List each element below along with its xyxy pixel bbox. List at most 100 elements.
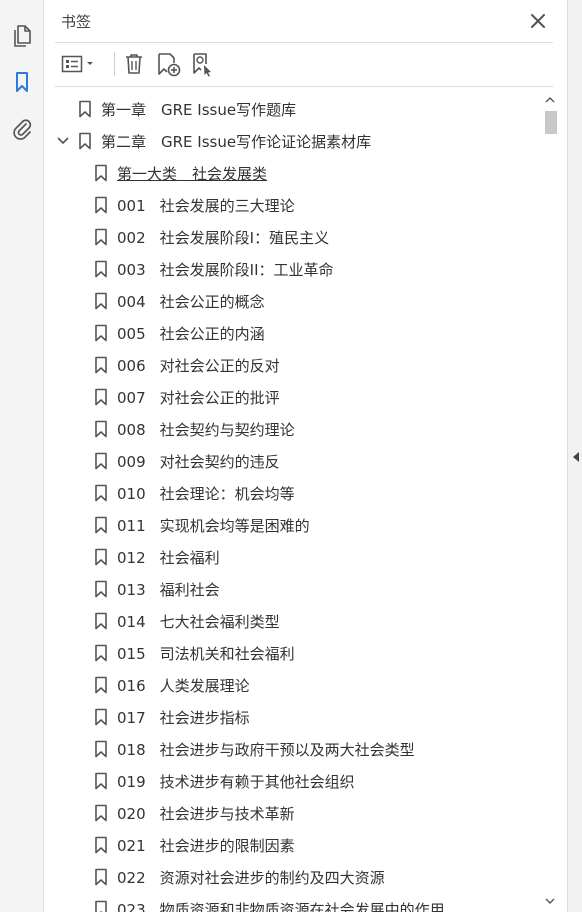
bookmark-label: 014 七大社会福利类型 — [117, 611, 280, 632]
bookmark-row[interactable]: 009 对社会契约的违反 — [45, 445, 543, 477]
bookmark-title: 社会发展的三大理论 — [159, 197, 295, 215]
pages-icon[interactable] — [9, 22, 35, 48]
bookmark-number: 002 — [117, 229, 146, 247]
bookmark-number: 013 — [117, 581, 146, 599]
options-menu-button[interactable] — [60, 50, 98, 78]
bookmark-title: 福利社会 — [159, 581, 220, 599]
bookmark-title: 社会进步与技术革新 — [159, 805, 295, 823]
bookmark-number: 016 — [117, 677, 146, 695]
bookmark-row[interactable]: 第二章 GRE Issue写作论证论据素材库 — [45, 125, 543, 157]
bookmark-icon — [94, 676, 108, 694]
bookmark-row[interactable]: 004 社会公正的概念 — [45, 285, 543, 317]
bookmark-label: 002 社会发展阶段I：殖民主义 — [117, 227, 329, 248]
bookmark-label: 011 实现机会均等是困难的 — [117, 515, 310, 536]
bookmark-icon — [94, 388, 108, 406]
scroll-thumb[interactable] — [545, 111, 557, 134]
bookmark-icon — [94, 484, 108, 502]
bookmark-row[interactable]: 019 技术进步有赖于其他社会组织 — [45, 765, 543, 797]
scroll-up-icon — [545, 97, 555, 103]
bookmark-title: 司法机关和社会福利 — [159, 645, 295, 663]
chevron-down-icon[interactable] — [56, 134, 70, 148]
bookmark-label: 013 福利社会 — [117, 579, 220, 600]
bookmark-label: 003 社会发展阶段II：工业革命 — [117, 259, 334, 280]
delete-bookmark-button[interactable] — [121, 50, 147, 78]
bookmark-row[interactable]: 012 社会福利 — [45, 541, 543, 573]
bookmark-row[interactable]: 002 社会发展阶段I：殖民主义 — [45, 221, 543, 253]
bookmark-row[interactable]: 001 社会发展的三大理论 — [45, 189, 543, 221]
bookmark-title: 实现机会均等是困难的 — [159, 517, 310, 535]
bookmark-label: 006 对社会公正的反对 — [117, 355, 280, 376]
bookmark-row[interactable]: 第一章 GRE Issue写作题库 — [45, 93, 543, 125]
bookmark-row[interactable]: 021 社会进步的限制因素 — [45, 829, 543, 861]
bookmark-row[interactable]: 015 司法机关和社会福利 — [45, 637, 543, 669]
bookmark-title: 社会福利 — [159, 549, 220, 567]
bookmark-number: 023 — [117, 901, 146, 912]
add-bookmark-button[interactable] — [154, 50, 182, 78]
bookmark-label: 016 人类发展理论 — [117, 675, 250, 696]
bookmark-label: 022 资源对社会进步的制约及四大资源 — [117, 867, 385, 888]
bookmark-title: 第一章 GRE Issue写作题库 — [101, 101, 297, 119]
toolbar-divider-line — [55, 86, 553, 87]
bookmark-icon — [94, 164, 108, 182]
bookmark-number: 008 — [117, 421, 146, 439]
bookmark-icon — [94, 708, 108, 726]
bookmark-row[interactable]: 022 资源对社会进步的制约及四大资源 — [45, 861, 543, 893]
bookmark-number: 018 — [117, 741, 146, 759]
bookmark-tree: 第一章 GRE Issue写作题库第二章 GRE Issue写作论证论据素材库第… — [45, 93, 543, 912]
bookmark-row[interactable]: 005 社会公正的内涵 — [45, 317, 543, 349]
bookmark-number: 021 — [117, 837, 146, 855]
bookmark-number: 006 — [117, 357, 146, 375]
bookmark-row[interactable]: 016 人类发展理论 — [45, 669, 543, 701]
scroll-down-button[interactable] — [543, 894, 557, 908]
scroll-down-icon — [545, 898, 555, 904]
delete-icon — [126, 54, 142, 74]
bookmark-row[interactable]: 003 社会发展阶段II：工业革命 — [45, 253, 543, 285]
bookmark-row[interactable]: 014 七大社会福利类型 — [45, 605, 543, 637]
bookmark-number: 012 — [117, 549, 146, 567]
bookmark-row[interactable]: 007 对社会公正的批评 — [45, 381, 543, 413]
bookmark-row[interactable]: 010 社会理论：机会均等 — [45, 477, 543, 509]
bookmark-icon — [94, 612, 108, 630]
bookmark-icon[interactable] — [9, 69, 35, 95]
bookmark-row[interactable]: 013 福利社会 — [45, 573, 543, 605]
bookmark-label: 017 社会进步指标 — [117, 707, 250, 728]
bookmark-title: 技术进步有赖于其他社会组织 — [159, 773, 355, 791]
bookmark-icon — [94, 644, 108, 662]
bookmark-row[interactable]: 018 社会进步与政府干预以及两大社会类型 — [45, 733, 543, 765]
bookmark-row[interactable]: 017 社会进步指标 — [45, 701, 543, 733]
attachment-icon[interactable] — [9, 115, 35, 141]
collapse-arrow-icon[interactable] — [572, 451, 580, 463]
bookmark-label: 007 对社会公正的批评 — [117, 387, 280, 408]
bookmark-icon — [94, 516, 108, 534]
bookmark-label: 005 社会公正的内涵 — [117, 323, 265, 344]
bookmark-icon — [94, 740, 108, 758]
navigation-rail — [0, 0, 44, 912]
bookmark-number: 017 — [117, 709, 146, 727]
bookmark-row[interactable]: 023 物质资源和非物质资源在社会发展中的作用 — [45, 893, 543, 912]
title-divider — [55, 42, 553, 43]
bookmark-row[interactable]: 008 社会契约与契约理论 — [45, 413, 543, 445]
bookmark-label: 021 社会进步的限制因素 — [117, 835, 295, 856]
bookmark-icon — [94, 548, 108, 566]
bookmark-row[interactable]: 006 对社会公正的反对 — [45, 349, 543, 381]
options-menu-icon — [61, 55, 93, 73]
bookmark-number: 009 — [117, 453, 146, 471]
bookmark-row[interactable]: 020 社会进步与技术革新 — [45, 797, 543, 829]
bookmark-number: 020 — [117, 805, 146, 823]
bookmark-title: 社会发展阶段I：殖民主义 — [159, 229, 330, 247]
bookmark-label: 015 司法机关和社会福利 — [117, 643, 295, 664]
find-bookmark-button[interactable] — [189, 50, 217, 78]
vertical-scrollbar[interactable] — [543, 93, 557, 912]
panel-title: 书签 — [61, 13, 92, 31]
bookmark-row[interactable]: 第一大类 社会发展类 — [45, 157, 543, 189]
bookmark-row[interactable]: 011 实现机会均等是困难的 — [45, 509, 543, 541]
scroll-up-button[interactable] — [543, 93, 557, 107]
panel-collapse-strip[interactable] — [567, 0, 582, 912]
bookmark-icon — [94, 804, 108, 822]
bookmark-title: 社会公正的内涵 — [159, 325, 265, 343]
bookmark-icon — [94, 452, 108, 470]
bookmark-label: 009 对社会契约的违反 — [117, 451, 280, 472]
bookmark-number: 004 — [117, 293, 146, 311]
bookmark-icon — [94, 868, 108, 886]
close-panel-button[interactable] — [527, 10, 549, 32]
